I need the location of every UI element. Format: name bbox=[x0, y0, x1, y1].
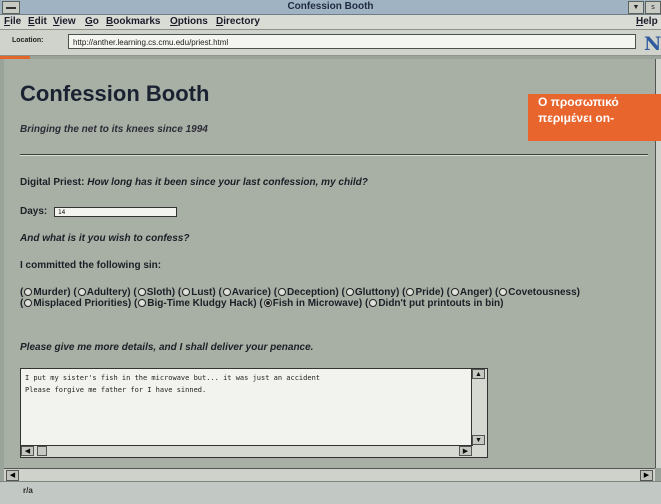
sin-label: Fish in Microwave bbox=[272, 298, 359, 309]
scroll-down-arrow-icon[interactable]: ▼ bbox=[472, 435, 485, 445]
sin-option-misplaced-priorities[interactable]: (Misplaced Priorities) bbox=[20, 298, 131, 309]
maximize-button[interactable]: s bbox=[645, 1, 661, 14]
sin-label: Avarice bbox=[231, 287, 268, 298]
sin-option-murder[interactable]: (Murder) bbox=[20, 287, 71, 298]
details-prompt: Please give me more details, and I shall… bbox=[20, 342, 314, 353]
sin-label: Big-Time Kludgy Hack bbox=[147, 298, 254, 309]
magazine-caption-overlay: Ο προσωπικό περιμένει on- bbox=[528, 94, 661, 141]
radio-button[interactable] bbox=[450, 287, 459, 296]
menu-help[interactable]: Help bbox=[636, 15, 658, 29]
netscape-logo-icon: N bbox=[644, 33, 661, 55]
window-title: Confession Booth bbox=[287, 1, 374, 12]
security-key-icon: r/a bbox=[23, 486, 33, 495]
sin-label: Pride bbox=[415, 287, 441, 298]
overlay-line-1: Ο προσωπικό bbox=[538, 95, 619, 109]
radio-button[interactable] bbox=[77, 287, 86, 296]
sin-label: Murder bbox=[33, 287, 68, 298]
radio-button[interactable] bbox=[24, 287, 33, 296]
sin-label: Didn't put printouts in bin bbox=[378, 298, 501, 309]
page-title: Confession Booth bbox=[20, 81, 210, 106]
location-bar: Location: http://anther.learning.cs.cmu.… bbox=[0, 30, 661, 56]
sin-option-kludgy-hack[interactable]: (Big-Time Kludgy Hack) bbox=[134, 298, 257, 309]
status-bar: r/a bbox=[0, 481, 661, 504]
page-horizontal-scrollbar[interactable]: ◀ ▶ bbox=[4, 468, 655, 481]
radio-button[interactable] bbox=[345, 287, 354, 296]
days-input[interactable]: 14 bbox=[54, 207, 177, 217]
sin-options: (Murder) (Adultery) (Sloth) (Lust) (Avar… bbox=[20, 287, 620, 309]
url-field[interactable]: http://anther.learning.cs.cmu.edu/priest… bbox=[68, 34, 636, 49]
sin-option-pride[interactable]: (Pride) bbox=[402, 287, 444, 298]
sin-option-avarice[interactable]: (Avarice) bbox=[218, 287, 270, 298]
sin-option-lust[interactable]: (Lust) bbox=[178, 287, 216, 298]
details-text[interactable]: I put my sister's fish in the microwave … bbox=[25, 372, 469, 396]
scroll-left-arrow-icon[interactable]: ◀ bbox=[21, 446, 34, 456]
radio-button[interactable] bbox=[182, 287, 191, 296]
menu-view[interactable]: View bbox=[53, 15, 76, 29]
menu-options[interactable]: Options bbox=[170, 15, 208, 29]
sin-label: Covetousness bbox=[508, 287, 577, 298]
sin-option-sloth[interactable]: (Sloth) bbox=[133, 287, 175, 298]
scroll-thumb[interactable] bbox=[37, 446, 47, 456]
sin-option-fish-in-microwave[interactable]: (Fish in Microwave) bbox=[259, 298, 362, 309]
title-bar: Confession Booth ▼ s bbox=[0, 0, 661, 15]
priest-label: Digital Priest: bbox=[20, 177, 85, 188]
scroll-right-arrow-icon[interactable]: ▶ bbox=[459, 446, 472, 456]
scroll-up-arrow-icon[interactable]: ▲ bbox=[472, 369, 485, 379]
horizontal-rule bbox=[20, 154, 648, 156]
menu-directory[interactable]: Directory bbox=[216, 15, 260, 29]
radio-button[interactable] bbox=[499, 287, 508, 296]
radio-button[interactable] bbox=[222, 287, 231, 296]
sin-intro: I committed the following sin: bbox=[20, 260, 162, 271]
overlay-line-2: περιμένει on- bbox=[538, 111, 615, 125]
textarea-horizontal-scrollbar[interactable]: ◀ ▶ bbox=[21, 445, 473, 457]
sin-label: Sloth bbox=[146, 287, 172, 298]
sin-option-printouts[interactable]: (Didn't put printouts in bin) bbox=[365, 298, 503, 309]
sin-option-anger[interactable]: (Anger) bbox=[447, 287, 493, 298]
sin-option-covetousness[interactable]: (Covetousness) bbox=[495, 287, 580, 298]
minimize-button[interactable]: ▼ bbox=[628, 1, 644, 14]
radio-button[interactable] bbox=[278, 287, 287, 296]
sin-label: Gluttony bbox=[354, 287, 396, 298]
sin-label: Adultery bbox=[86, 287, 128, 298]
radio-button[interactable] bbox=[369, 298, 378, 307]
sin-label: Deception bbox=[287, 287, 336, 298]
priest-question: How long has it been since your last con… bbox=[87, 177, 368, 188]
days-label: Days: bbox=[20, 206, 48, 217]
sin-option-adultery[interactable]: (Adultery) bbox=[73, 287, 130, 298]
sin-option-deception[interactable]: (Deception) bbox=[274, 287, 339, 298]
sin-option-gluttony[interactable]: (Gluttony) bbox=[342, 287, 400, 298]
window-buttons: ▼ s bbox=[628, 1, 661, 14]
menu-go[interactable]: Go bbox=[85, 15, 99, 29]
radio-button[interactable] bbox=[137, 287, 146, 296]
details-textarea[interactable]: I put my sister's fish in the microwave … bbox=[20, 368, 488, 458]
radio-button[interactable] bbox=[138, 298, 147, 307]
menu-bookmarks[interactable]: Bookmarks bbox=[106, 15, 160, 29]
confess-prompt: And what is it you wish to confess? bbox=[20, 233, 190, 244]
sin-label: Anger bbox=[459, 287, 489, 298]
page-scroll-right-arrow-icon[interactable]: ▶ bbox=[640, 470, 653, 481]
sin-label: Lust bbox=[191, 287, 213, 298]
page-scroll-left-arrow-icon[interactable]: ◀ bbox=[6, 470, 19, 481]
menu-bar: File Edit View Go Bookmarks Options Dire… bbox=[0, 15, 661, 30]
textarea-vertical-scrollbar[interactable]: ▲ ▼ bbox=[471, 369, 487, 457]
radio-button[interactable] bbox=[24, 298, 33, 307]
menu-edit[interactable]: Edit bbox=[28, 15, 47, 29]
priest-line: Digital Priest: How long has it been sin… bbox=[20, 177, 368, 188]
location-label: Location: bbox=[12, 37, 44, 44]
radio-button[interactable] bbox=[406, 287, 415, 296]
sin-label: Misplaced Priorities bbox=[33, 298, 128, 309]
page-tagline: Bringing the net to its knees since 1994 bbox=[20, 124, 208, 135]
radio-button-selected[interactable] bbox=[263, 298, 272, 307]
menu-file[interactable]: File bbox=[4, 15, 21, 29]
